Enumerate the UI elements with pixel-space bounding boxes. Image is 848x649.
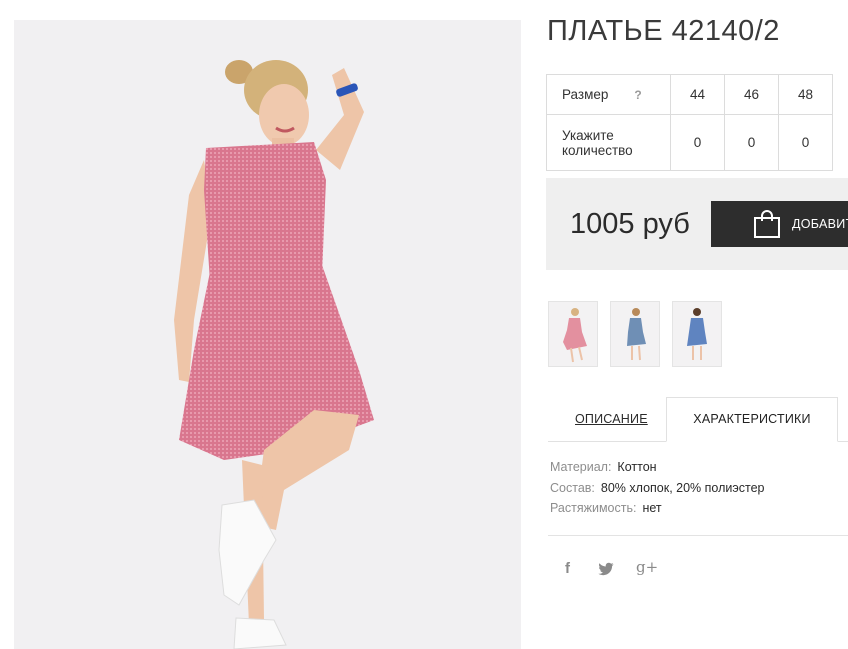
size-option: 46 [724,74,779,115]
quantity-label-cell: Укажите количество [546,114,671,171]
size-option: 48 [778,74,833,115]
spec-stretch-key: Растяжимость: [550,501,637,515]
thumbnail-blue-dress[interactable] [610,301,660,367]
tab-description[interactable]: ОПИСАНИЕ [575,412,648,426]
twitter-icon[interactable] [598,562,614,576]
thumbnail-pink-dress[interactable] [548,301,598,367]
model-in-pink-dress-image [14,20,521,649]
spec-material-value: Коттон [617,460,657,474]
size-row: Размер? 44 46 48 [546,74,833,115]
size-label: Размер [562,87,609,102]
spec-stretch-value: нет [642,501,662,515]
shopping-bag-icon [754,210,780,238]
spec-composition-key: Состав: [550,481,595,495]
quantity-label-line2: количество [562,142,633,158]
quantity-input[interactable]: 0 [670,114,725,171]
add-to-cart-label: ДОБАВИТ [792,217,848,231]
quantity-input[interactable]: 0 [724,114,779,171]
size-option: 44 [670,74,725,115]
quantity-label-line1: Укажите [562,127,614,143]
thumbnail-blue-dress-2[interactable] [672,301,722,367]
spec-material: Материал: Коттон [550,460,657,474]
spec-stretch: Растяжимость: нет [550,501,662,515]
product-title: ПЛАТЬЕ 42140/2 [547,15,780,47]
size-quantity-table: Размер? 44 46 48 Укажите количество 0 0 … [546,74,833,171]
facebook-icon[interactable]: f [565,560,570,577]
spec-composition-value: 80% хлопок, 20% полиэстер [600,481,765,495]
google-plus-icon[interactable]: g+ [636,558,658,576]
add-to-cart-button[interactable]: ДОБАВИТ [711,201,848,247]
quantity-input[interactable]: 0 [778,114,833,171]
social-divider [548,535,848,536]
tab-characteristics[interactable]: ХАРАКТЕРИСТИКИ [666,397,838,442]
price-box: 1005 руб ДОБАВИТ [546,178,848,270]
quantity-row: Укажите количество 0 0 0 [546,114,833,171]
help-icon[interactable]: ? [634,88,641,102]
blue-dress-thumbnail-2-icon [687,308,707,360]
size-label-cell: Размер? [546,74,671,115]
blue-dress-thumbnail-icon [627,308,646,361]
spec-composition: Состав: 80% хлопок, 20% полиэстер [550,481,764,495]
tab-characteristics-label: ХАРАКТЕРИСТИКИ [693,412,811,426]
pink-dress-thumbnail-icon [563,308,587,363]
spec-material-key: Материал: [550,460,612,474]
product-main-photo [14,20,521,649]
product-price: 1005 руб [570,208,690,240]
